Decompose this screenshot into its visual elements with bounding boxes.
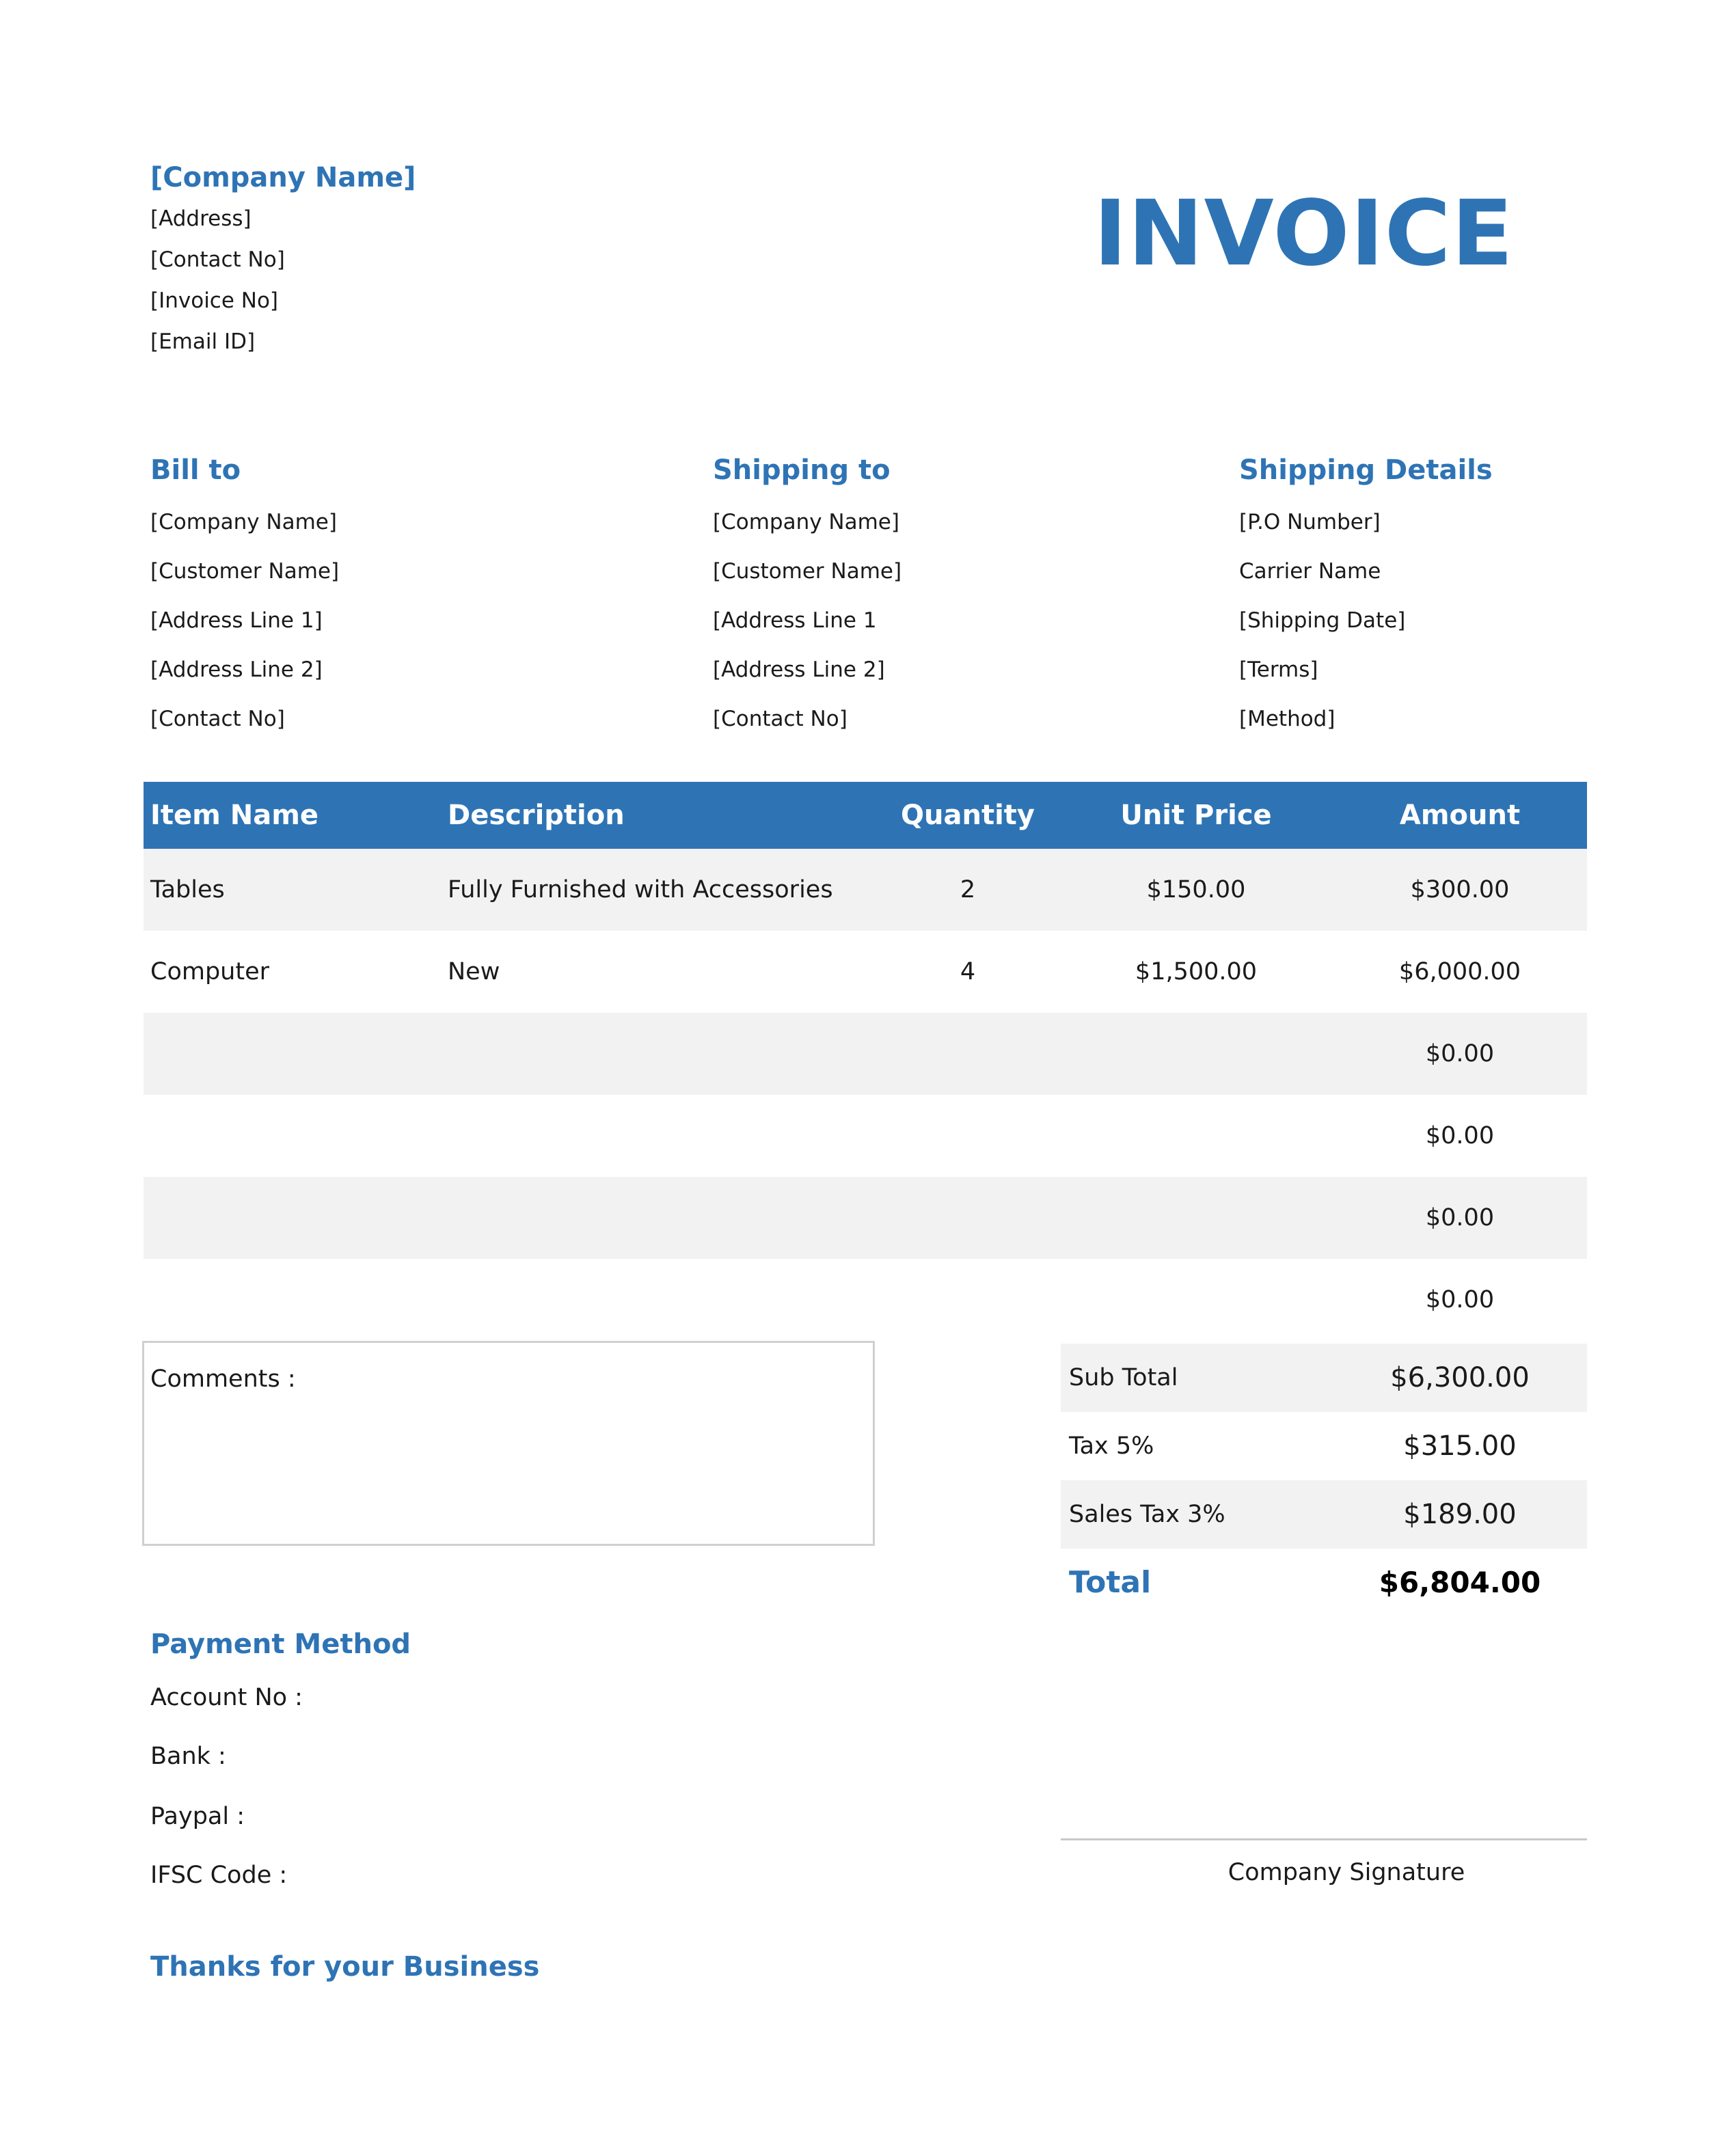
row-amount: $6,000.00 <box>1398 958 1521 985</box>
row-quantity <box>865 1177 1070 1259</box>
thanks-message: Thanks for your Business <box>150 1951 540 1983</box>
row-quantity <box>865 1259 1070 1341</box>
row-description: New <box>448 958 500 985</box>
po-number: [P.O Number] <box>1239 510 1381 534</box>
invoice-title: INVOICE <box>1094 181 1514 286</box>
company-name: [Company Name] <box>150 162 416 193</box>
shipping-date: [Shipping Date] <box>1239 608 1406 633</box>
row-unit-price: $150.00 <box>1146 876 1246 903</box>
bill-to-contact: [Contact No] <box>150 707 285 731</box>
bill-to-address-2: [Address Line 2] <box>150 657 323 682</box>
row-quantity <box>865 1013 1070 1095</box>
row-quantity: 2 <box>960 876 976 903</box>
row-amount: $0.00 <box>1425 1286 1495 1314</box>
row-quantity <box>865 1095 1070 1177</box>
shipping-to-address-2: [Address Line 2] <box>713 657 885 682</box>
company-contact: [Contact No] <box>150 247 285 272</box>
total-value: $6,804.00 <box>1379 1566 1541 1599</box>
header-quantity: Quantity <box>901 800 1035 831</box>
bank-label: Bank : <box>150 1743 226 1770</box>
shipping-terms: [Terms] <box>1239 657 1318 682</box>
company-email: [Email ID] <box>150 329 256 354</box>
shipping-method: [Method] <box>1239 707 1335 731</box>
row-unit-price <box>1087 1259 1305 1341</box>
row-description: Fully Furnished with Accessories <box>448 876 833 903</box>
sub-total-label: Sub Total <box>1069 1364 1178 1391</box>
tax-label: Tax 5% <box>1069 1432 1154 1460</box>
carrier-name: Carrier Name <box>1239 559 1381 584</box>
paypal-label: Paypal : <box>150 1803 245 1830</box>
row-unit-price <box>1087 1013 1305 1095</box>
tax-value: $315.00 <box>1403 1430 1517 1462</box>
payment-method-heading: Payment Method <box>150 1629 411 1660</box>
invoice-number: [Invoice No] <box>150 288 279 313</box>
row-unit-price <box>1087 1095 1305 1177</box>
row-amount: $300.00 <box>1410 876 1510 903</box>
shipping-to-heading: Shipping to <box>713 454 891 486</box>
shipping-to-customer: [Customer Name] <box>713 559 902 584</box>
row-unit-price: $1,500.00 <box>1135 958 1258 985</box>
row-amount: $0.00 <box>1425 1204 1495 1232</box>
row-item-name: Tables <box>150 876 225 903</box>
company-signature-label: Company Signature <box>1228 1859 1465 1886</box>
header-description: Description <box>448 800 625 831</box>
bill-to-heading: Bill to <box>150 454 241 486</box>
sales-tax-value: $189.00 <box>1403 1499 1517 1530</box>
header-amount: Amount <box>1399 800 1521 831</box>
row-quantity: 4 <box>960 958 976 985</box>
company-address: [Address] <box>150 206 252 231</box>
shipping-details-heading: Shipping Details <box>1239 454 1493 486</box>
bill-to-company: [Company Name] <box>150 510 337 534</box>
header-item-name: Item Name <box>150 800 319 831</box>
row-amount: $0.00 <box>1425 1040 1495 1067</box>
ifsc-code-label: IFSC Code : <box>150 1862 288 1889</box>
row-amount: $0.00 <box>1425 1122 1495 1149</box>
shipping-to-address-1: [Address Line 1 <box>713 608 877 633</box>
row-item-name: Computer <box>150 958 269 985</box>
sales-tax-label: Sales Tax 3% <box>1069 1501 1225 1528</box>
bill-to-customer: [Customer Name] <box>150 559 340 584</box>
signature-line <box>1061 1838 1587 1840</box>
account-no-label: Account No : <box>150 1684 303 1711</box>
shipping-to-contact: [Contact No] <box>713 707 847 731</box>
comments-label: Comments : <box>150 1365 296 1393</box>
shipping-to-company: [Company Name] <box>713 510 899 534</box>
bill-to-address-1: [Address Line 1] <box>150 608 323 633</box>
total-label: Total <box>1069 1565 1152 1600</box>
row-unit-price <box>1087 1177 1305 1259</box>
header-unit-price: Unit Price <box>1120 800 1272 831</box>
sub-total-value: $6,300.00 <box>1390 1362 1530 1393</box>
